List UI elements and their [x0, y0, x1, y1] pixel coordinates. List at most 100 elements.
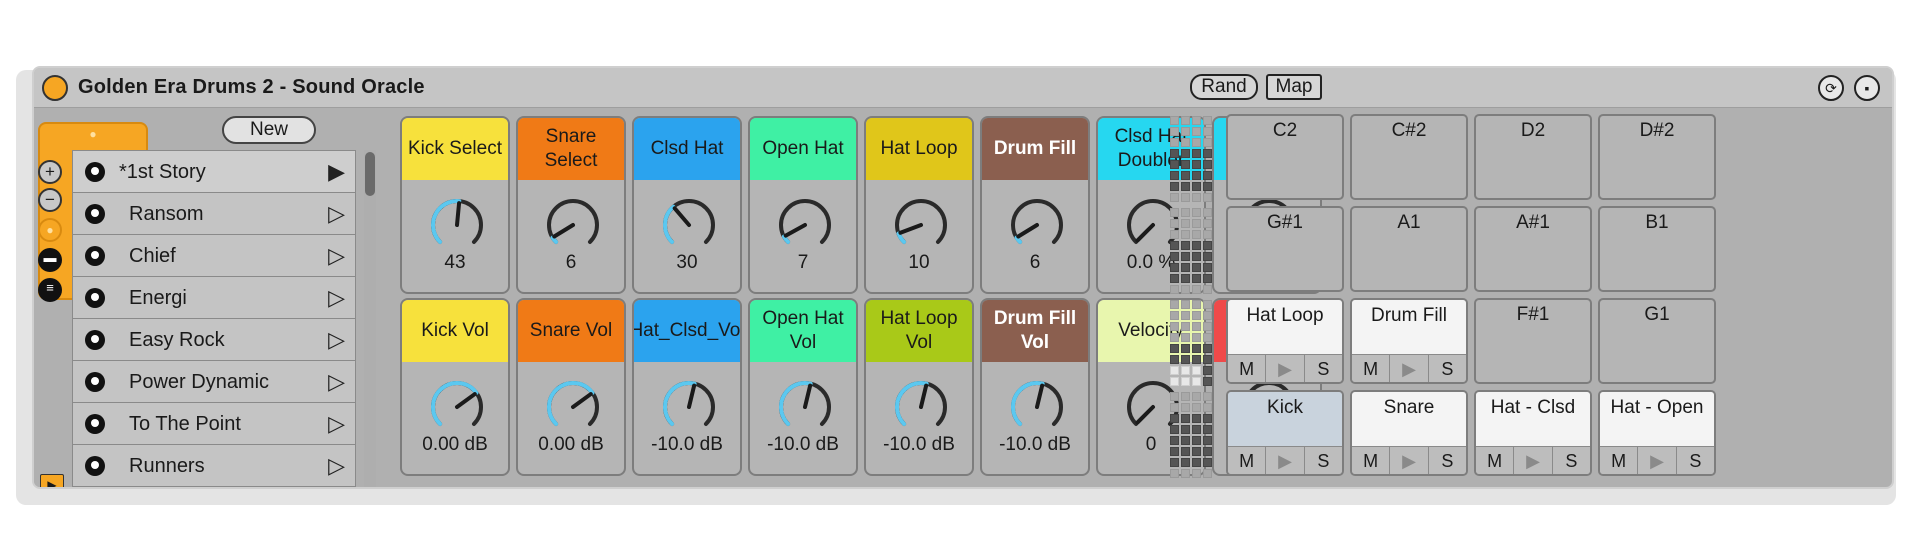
overview-block[interactable]	[1170, 208, 1214, 294]
overview-block[interactable]	[1170, 116, 1214, 202]
solo-button[interactable]: S	[1429, 355, 1466, 382]
preset-scrollbar[interactable]	[364, 150, 376, 487]
preset-item[interactable]: Energi ▷	[73, 277, 355, 319]
remove-variation-icon[interactable]: −	[38, 188, 62, 212]
preset-play-icon[interactable]: ▷	[328, 243, 345, 269]
mute-button[interactable]: M	[1352, 355, 1391, 382]
pad-play-icon[interactable]: ▶	[1638, 447, 1677, 474]
preset-item[interactable]: *1st Story ▶	[73, 151, 355, 193]
drum-pad[interactable]: Snare M ▶ S	[1350, 390, 1468, 476]
save-preset-icon[interactable]: ▪	[1854, 75, 1880, 101]
drum-pad[interactable]: Hat - Open M ▶ S	[1598, 390, 1716, 476]
solo-button[interactable]: S	[1429, 447, 1466, 474]
pad-list-icon[interactable]: ≡	[38, 278, 62, 302]
pad-play-icon[interactable]: ▶	[1390, 447, 1429, 474]
solo-button[interactable]: S	[1305, 355, 1342, 382]
drum-pad[interactable]: A1	[1350, 206, 1468, 292]
macro-knob[interactable]: Hat_Clsd_Vol -10.0 dB	[632, 298, 742, 476]
macro-knob[interactable]: Snare Select 6	[516, 116, 626, 294]
knob-dial[interactable]	[776, 378, 834, 436]
knob-dial[interactable]	[892, 378, 950, 436]
macro-knob[interactable]: Hat Loop Vol -10.0 dB	[864, 298, 974, 476]
preset-play-icon[interactable]: ▷	[328, 411, 345, 437]
preset-play-icon[interactable]: ▷	[328, 285, 345, 311]
knob-dial[interactable]	[428, 196, 486, 254]
drum-pad[interactable]: C#2	[1350, 114, 1468, 200]
pad-play-icon[interactable]: ▶	[1390, 355, 1429, 382]
overview-cell	[1192, 127, 1201, 136]
drum-pad[interactable]: D2	[1474, 114, 1592, 200]
solo-button[interactable]: S	[1305, 447, 1342, 474]
drum-pad[interactable]: A#1	[1474, 206, 1592, 292]
preset-item[interactable]: To The Point ▷	[73, 403, 355, 445]
drum-pad[interactable]: Hat Loop M ▶ S	[1226, 298, 1344, 384]
mute-button[interactable]: M	[1228, 355, 1267, 382]
drum-pad[interactable]: F#1	[1474, 298, 1592, 384]
macro-knob[interactable]: Open Hat 7	[748, 116, 858, 294]
overview-cell	[1203, 193, 1212, 202]
mute-button[interactable]: M	[1600, 447, 1639, 474]
macro-knob[interactable]: Drum Fill 6	[980, 116, 1090, 294]
device-power-button[interactable]	[42, 75, 68, 101]
macro-knob[interactable]: Open Hat Vol -10.0 dB	[748, 298, 858, 476]
drum-pad[interactable]: C2	[1226, 114, 1344, 200]
preset-item[interactable]: Chief ▷	[73, 235, 355, 277]
preset-item[interactable]: Power Dynamic ▷	[73, 361, 355, 403]
drum-pad[interactable]: Drum Fill M ▶ S	[1350, 298, 1468, 384]
macro-knob[interactable]: Hat Loop 10	[864, 116, 974, 294]
overview-block[interactable]	[1170, 300, 1214, 386]
scroll-thumb[interactable]	[365, 152, 375, 196]
knob-dial[interactable]	[660, 196, 718, 254]
macro-knob[interactable]: Kick Vol 0.00 dB	[400, 298, 510, 476]
pad-name: G#1	[1267, 212, 1303, 233]
mute-button[interactable]: M	[1352, 447, 1391, 474]
preset-label: Chief	[129, 245, 176, 267]
solo-button[interactable]: S	[1677, 447, 1714, 474]
pad-play-icon[interactable]: ▶	[1266, 355, 1305, 382]
chain-list-icon[interactable]: ▬	[38, 248, 62, 272]
knob-dial[interactable]	[660, 378, 718, 436]
overview-block[interactable]	[1170, 392, 1214, 478]
macro-knob[interactable]: Snare Vol 0.00 dB	[516, 298, 626, 476]
preset-play-icon[interactable]: ▷	[328, 453, 345, 479]
pad-play-icon[interactable]: ▶	[1266, 447, 1305, 474]
knob-dial[interactable]	[544, 196, 602, 254]
drum-pad[interactable]: Kick M ▶ S	[1226, 390, 1344, 476]
overview-cell	[1192, 366, 1201, 375]
expand-arrow-icon[interactable]: ▶	[40, 474, 64, 487]
knob-dial[interactable]	[1008, 196, 1066, 254]
preset-item[interactable]: Easy Rock ▷	[73, 319, 355, 361]
preset-play-icon[interactable]: ▷	[328, 369, 345, 395]
drum-pad[interactable]: G#1	[1226, 206, 1344, 292]
macro-knob[interactable]: Drum Fill Vol -10.0 dB	[980, 298, 1090, 476]
preset-play-icon[interactable]: ▶	[328, 159, 345, 185]
knob-dial[interactable]	[428, 378, 486, 436]
hot-swap-icon[interactable]: ⟳	[1818, 75, 1844, 101]
macro-knob[interactable]: Kick Select 43	[400, 116, 510, 294]
preset-play-icon[interactable]: ▷	[328, 201, 345, 227]
knob-dial[interactable]	[776, 196, 834, 254]
preset-item[interactable]: Runners ▷	[73, 445, 355, 487]
preset-item[interactable]: Ransom ▷	[73, 193, 355, 235]
mute-button[interactable]: M	[1228, 447, 1267, 474]
overview-cell	[1203, 377, 1212, 386]
drum-pad[interactable]: G1	[1598, 298, 1716, 384]
knob-dial[interactable]	[544, 378, 602, 436]
rand-button[interactable]: Rand	[1190, 74, 1258, 100]
map-button[interactable]: Map	[1266, 74, 1322, 100]
knob-dial[interactable]	[1008, 378, 1066, 436]
drum-pad[interactable]: B1	[1598, 206, 1716, 292]
solo-button[interactable]: S	[1553, 447, 1590, 474]
knob-dial[interactable]	[892, 196, 950, 254]
random-view-icon[interactable]: ●	[38, 218, 62, 242]
preset-play-icon[interactable]: ▷	[328, 327, 345, 353]
macro-knob[interactable]: Clsd Hat 30	[632, 116, 742, 294]
drum-pad[interactable]: Hat - Clsd M ▶ S	[1474, 390, 1592, 476]
pad-overview[interactable]	[1170, 116, 1214, 486]
pad-play-icon[interactable]: ▶	[1514, 447, 1553, 474]
pad-controls: M ▶ S	[1600, 446, 1714, 474]
drum-pad[interactable]: D#2	[1598, 114, 1716, 200]
mute-button[interactable]: M	[1476, 447, 1515, 474]
new-preset-button[interactable]: New	[222, 116, 316, 144]
add-variation-icon[interactable]: +	[38, 160, 62, 184]
